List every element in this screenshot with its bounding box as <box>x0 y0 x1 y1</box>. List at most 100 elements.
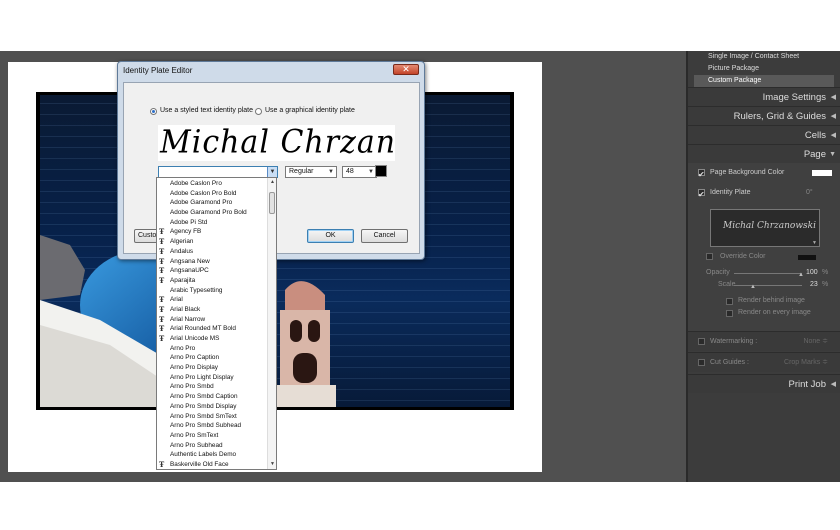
layout-item-custom-package[interactable]: Custom Package <box>694 75 834 87</box>
text-color-swatch[interactable] <box>375 165 387 177</box>
font-list-item[interactable]: Arno Pro <box>157 344 267 354</box>
identity-plate-checkbox[interactable] <box>698 185 705 205</box>
font-list-item[interactable]: Authentic Labels Demo <box>157 450 267 460</box>
layout-item-single[interactable]: Single Image / Contact Sheet <box>694 51 834 63</box>
watermarking-label: Watermarking : <box>710 338 758 345</box>
font-list-item[interactable]: Ŧ AngsanaUPC <box>157 266 267 276</box>
scale-value[interactable]: 23 <box>810 279 818 291</box>
font-list-item-label: Arial Narrow <box>170 315 206 323</box>
font-list-item-label: Arno Pro Light Display <box>170 373 234 381</box>
font-list-item-label: Aparajita <box>170 276 196 284</box>
page-bg-color-checkbox[interactable] <box>698 165 705 185</box>
font-list-scrollbar[interactable]: ▲ ▼ <box>267 178 276 469</box>
font-list-item-label: Adobe Caslon Pro <box>170 180 222 187</box>
section-rulers-grid-guides[interactable]: Rulers, Grid & Guides ◀ <box>688 106 840 125</box>
scale-slider[interactable] <box>734 285 802 286</box>
override-color-swatch[interactable] <box>798 255 816 260</box>
opacity-value[interactable]: 100 <box>806 267 818 279</box>
scroll-thumb[interactable] <box>269 192 275 214</box>
render-behind-checkbox[interactable] <box>726 298 733 305</box>
font-list-item[interactable]: Ŧ Arial Rounded MT Bold <box>157 324 267 334</box>
font-list-item-label: Arial <box>170 296 183 304</box>
font-list-item[interactable]: Arno Pro SmText <box>157 431 267 441</box>
radio-styled-text[interactable] <box>150 108 157 115</box>
font-list-item[interactable]: Ŧ Angsana New <box>157 257 267 267</box>
watermarking-checkbox[interactable] <box>698 338 705 345</box>
font-list-item[interactable]: Adobe Garamond Pro <box>157 198 267 208</box>
section-image-settings[interactable]: Image Settings ◀ <box>688 87 840 106</box>
watermarking-select[interactable]: None ≑ <box>803 332 828 352</box>
font-list-item[interactable]: Arno Pro Subhead <box>157 441 267 451</box>
page-section-body: Page Background Color Identity Plate 0° … <box>688 163 840 331</box>
font-list-item-label: Arno Pro Subhead <box>170 441 223 449</box>
custom-button[interactable]: Custo <box>134 229 158 243</box>
cut-guides-checkbox[interactable] <box>698 359 705 366</box>
section-print-job[interactable]: Print Job ◀ <box>688 374 840 393</box>
radio-styled-text-label[interactable]: Use a styled text identity plate <box>160 107 253 114</box>
font-style-select[interactable]: Regular ▼ <box>285 166 337 178</box>
slider-thumb-icon[interactable]: ▲ <box>750 281 756 293</box>
identity-plate-preview[interactable]: Michal Chrzanowski ▼ <box>710 209 820 247</box>
font-list-item[interactable]: Arno Pro Smbd SmText <box>157 412 267 422</box>
page-bg-color-swatch[interactable] <box>812 170 832 176</box>
layout-item-picture-package[interactable]: Picture Package <box>694 63 834 75</box>
font-list-item-label: Andalus <box>170 247 194 255</box>
dropdown-arrow-icon: ▼ <box>812 240 817 246</box>
font-list-item-label: Arno Pro Smbd SmText <box>170 412 237 420</box>
page-bg-color-label: Page Background Color <box>710 169 785 176</box>
font-list-item[interactable]: Adobe Caslon Pro Bold <box>157 189 267 199</box>
truetype-font-icon: Ŧ <box>159 314 165 324</box>
close-button[interactable]: ✕ <box>393 64 419 75</box>
render-behind-label: Render behind image <box>738 297 805 304</box>
font-size-select[interactable]: 48 ▼ <box>342 166 377 178</box>
font-family-dropdown-list[interactable]: Adobe Caslon Pro Adobe Caslon Pro Bold Ado… <box>156 177 277 470</box>
layout-style-list: Single Image / Contact Sheet Picture Pac… <box>694 51 834 87</box>
truetype-font-icon: Ŧ <box>159 334 165 343</box>
identity-plate-angle[interactable]: 0° <box>806 183 813 203</box>
radio-graphical[interactable] <box>255 108 262 115</box>
section-cells[interactable]: Cells ◀ <box>688 125 840 144</box>
font-list-item[interactable]: Adobe Garamond Pro Bold <box>157 208 267 218</box>
dropdown-arrow-icon: ▼ <box>267 167 277 177</box>
watermarking-row: Watermarking : None ≑ <box>688 331 840 351</box>
font-list-item-label: Arno Pro SmText <box>170 431 219 439</box>
font-list-item[interactable]: Arno Pro Display <box>157 363 267 373</box>
section-page[interactable]: Page ▼ <box>688 144 840 163</box>
font-list-item[interactable]: Arno Pro Smbd Subhead <box>157 421 267 431</box>
scroll-down-icon[interactable]: ▼ <box>268 460 276 469</box>
font-list-item[interactable]: Ŧ Arial Unicode MS <box>157 334 267 344</box>
radio-graphical-label[interactable]: Use a graphical identity plate <box>265 107 355 114</box>
font-list-item-label: Baskerville Old Face <box>170 460 229 468</box>
font-list-item[interactable]: Ŧ Arial Black <box>157 305 267 315</box>
render-every-checkbox[interactable] <box>726 310 733 317</box>
scale-label: Scale <box>718 281 736 288</box>
font-list-item[interactable]: Ŧ Agency FB <box>157 227 267 237</box>
font-list-item[interactable]: Ŧ Algerian <box>157 237 267 247</box>
font-list-item-label: Algerian <box>170 238 194 246</box>
font-list-item[interactable]: Arno Pro Smbd Caption <box>157 392 267 402</box>
identity-plate-text[interactable]: Michal Chrzanows <box>160 125 395 161</box>
identity-plate-text-area[interactable]: Michal Chrzanows <box>158 125 395 161</box>
font-list-item[interactable]: Adobe Caslon Pro <box>157 179 267 189</box>
font-list-item-label: Authentic Labels Demo <box>170 451 237 459</box>
font-list-item[interactable]: Ŧ Andalus <box>157 247 267 257</box>
font-list-item[interactable]: Arno Pro Light Display <box>157 373 267 383</box>
ok-button[interactable]: OK <box>307 229 354 243</box>
font-list-item-label: Agency FB <box>170 228 202 236</box>
font-list-item[interactable]: Arabic Typesetting <box>157 286 267 296</box>
override-color-checkbox[interactable] <box>706 253 713 260</box>
cancel-button[interactable]: Cancel <box>361 229 408 243</box>
font-list-item[interactable]: Ŧ Aparajita <box>157 276 267 286</box>
font-list-item[interactable]: Arno Pro Smbd <box>157 382 267 392</box>
font-list-item[interactable]: Arno Pro Caption <box>157 353 267 363</box>
font-list-item[interactable]: Ŧ Baskerville Old Face <box>157 460 267 469</box>
opacity-slider[interactable] <box>734 273 802 274</box>
scroll-up-icon[interactable]: ▲ <box>268 178 276 187</box>
font-list-item[interactable]: Ŧ Arial <box>157 295 267 305</box>
cut-guides-select[interactable]: Crop Marks ≑ <box>784 353 828 373</box>
font-list-item[interactable]: Arno Pro Smbd Display <box>157 402 267 412</box>
truetype-font-icon: Ŧ <box>159 266 165 276</box>
font-list-item[interactable]: Ŧ Arial Narrow <box>157 315 267 325</box>
font-list-item[interactable]: Adobe Pi Std <box>157 218 267 228</box>
truetype-font-icon: Ŧ <box>159 304 165 314</box>
